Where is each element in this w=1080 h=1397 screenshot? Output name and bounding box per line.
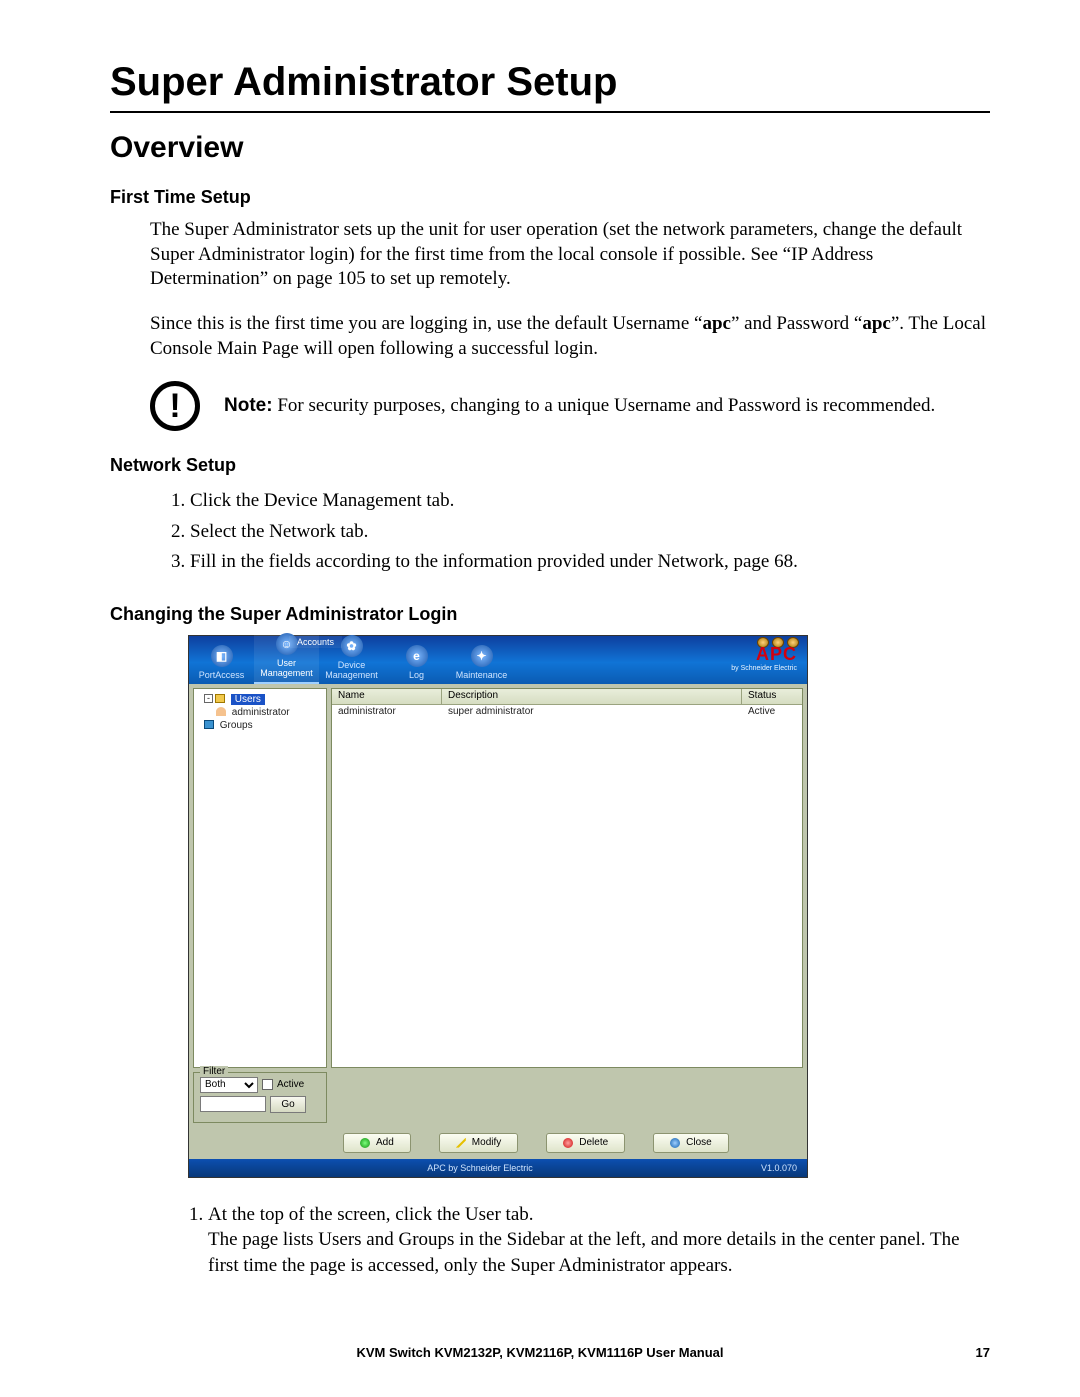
delete-button[interactable]: Delete <box>546 1133 625 1153</box>
delete-icon <box>563 1138 573 1148</box>
tab-group-label: Accounts <box>289 636 342 648</box>
modify-icon <box>456 1138 466 1148</box>
note-label: Note: <box>224 395 273 416</box>
network-step-2: Select the Network tab. <box>190 517 990 547</box>
filter-text-input[interactable] <box>200 1096 266 1112</box>
col-name[interactable]: Name <box>332 689 442 704</box>
tree-admin-label: administrator <box>232 707 290 718</box>
overview-heading: Overview <box>110 131 990 165</box>
status-center: APC by Schneider Electric <box>427 1163 533 1173</box>
modify-button[interactable]: Modify <box>439 1133 518 1153</box>
changing-login-step1-detail: The page lists Users and Groups in the S… <box>208 1229 960 1276</box>
logo-subtext: by Schneider Electric <box>731 665 797 672</box>
log-icon: e <box>406 645 428 667</box>
p2-part-b: ” and Password “ <box>731 313 862 334</box>
maintenance-icon: ✦ <box>471 645 493 667</box>
note-text: Note: For security purposes, changing to… <box>224 394 935 419</box>
filter-active-label: Active <box>277 1079 304 1090</box>
tab-label: PortAccess <box>189 670 254 680</box>
warning-icon: ! <box>150 381 200 431</box>
close-button[interactable]: Close <box>653 1133 729 1153</box>
col-description[interactable]: Description <box>442 689 742 704</box>
collapse-icon[interactable]: - <box>204 694 213 703</box>
changing-login-step1: At the top of the screen, click the User… <box>208 1204 534 1225</box>
add-label: Add <box>376 1137 394 1148</box>
delete-label: Delete <box>579 1137 608 1148</box>
network-setup-heading: Network Setup <box>110 455 990 476</box>
sidebar-tree[interactable]: - Users administrator Groups <box>193 688 327 1068</box>
top-tab-bar: Accounts ◧ PortAccess ☺ User Management … <box>189 636 807 684</box>
tab-label: Device Management <box>319 660 384 680</box>
cell-name: administrator <box>332 705 442 718</box>
close-icon <box>670 1138 680 1148</box>
first-time-setup-p2: Since this is the first time you are log… <box>150 312 990 361</box>
main-panel: Name Description Status administrator su… <box>331 688 803 1068</box>
footer-title: KVM Switch KVM2132P, KVM2116P, KVM1116P … <box>0 1345 1080 1360</box>
cell-description: super administrator <box>442 705 742 718</box>
tab-log[interactable]: e Log <box>384 645 449 684</box>
work-area: - Users administrator Groups Name Descri… <box>189 684 807 1072</box>
tab-maintenance[interactable]: ✦ Maintenance <box>449 645 514 684</box>
note-body: For security purposes, changing to a uni… <box>273 395 936 416</box>
changing-login-heading: Changing the Super Administrator Login <box>110 604 990 625</box>
filter-panel: Filter Both Active Go <box>193 1072 327 1123</box>
network-setup-steps: Click the Device Management tab. Select … <box>190 486 990 577</box>
footer-page-number: 17 <box>976 1345 990 1360</box>
users-folder-icon <box>215 694 225 703</box>
status-version: V1.0.070 <box>761 1163 797 1173</box>
default-password: apc <box>862 313 891 334</box>
tab-port-access[interactable]: ◧ PortAccess <box>189 645 254 684</box>
filter-title: Filter <box>200 1066 228 1077</box>
tree-users-node[interactable]: - Users <box>196 693 324 706</box>
tree-admin-node[interactable]: administrator <box>196 706 324 719</box>
network-step-3: Fill in the fields according to the info… <box>190 547 990 577</box>
user-icon <box>216 707 226 716</box>
column-headers: Name Description Status <box>332 689 802 705</box>
table-row[interactable]: administrator super administrator Active <box>332 705 802 718</box>
add-button[interactable]: Add <box>343 1133 411 1153</box>
tree-groups-label: Groups <box>220 720 253 731</box>
default-username: apc <box>702 313 731 334</box>
tab-label: User Management <box>254 658 319 678</box>
tree-groups-node[interactable]: Groups <box>196 719 324 732</box>
action-bar: Add Modify Delete Close <box>189 1127 807 1159</box>
status-bar: APC by Schneider Electric V1.0.070 <box>189 1159 807 1177</box>
title-rule <box>110 111 990 113</box>
p2-part-a: Since this is the first time you are log… <box>150 313 702 334</box>
tab-label: Log <box>384 670 449 680</box>
col-status[interactable]: Status <box>742 689 802 704</box>
cell-status: Active <box>742 705 802 718</box>
tree-users-label: Users <box>231 694 265 705</box>
port-access-icon: ◧ <box>211 645 233 667</box>
filter-active-checkbox[interactable] <box>262 1079 273 1090</box>
go-button[interactable]: Go <box>270 1096 306 1113</box>
add-icon <box>360 1138 370 1148</box>
page-title: Super Administrator Setup <box>110 60 990 105</box>
first-time-setup-p1: The Super Administrator sets up the unit… <box>150 218 990 292</box>
changing-login-steps: At the top of the screen, click the User… <box>190 1202 990 1279</box>
brand-logo: APC by Schneider Electric <box>731 644 797 672</box>
tab-label: Maintenance <box>449 670 514 680</box>
embedded-screenshot: Accounts ◧ PortAccess ☺ User Management … <box>188 635 808 1178</box>
first-time-setup-heading: First Time Setup <box>110 187 990 208</box>
groups-icon <box>204 720 214 729</box>
network-step-1: Click the Device Management tab. <box>190 486 990 516</box>
note-block: ! Note: For security purposes, changing … <box>150 381 990 431</box>
modify-label: Modify <box>472 1137 501 1148</box>
logo-text: APC <box>731 644 797 665</box>
filter-select[interactable]: Both <box>200 1077 258 1093</box>
device-management-icon: ✿ <box>341 635 363 657</box>
close-label: Close <box>686 1137 712 1148</box>
